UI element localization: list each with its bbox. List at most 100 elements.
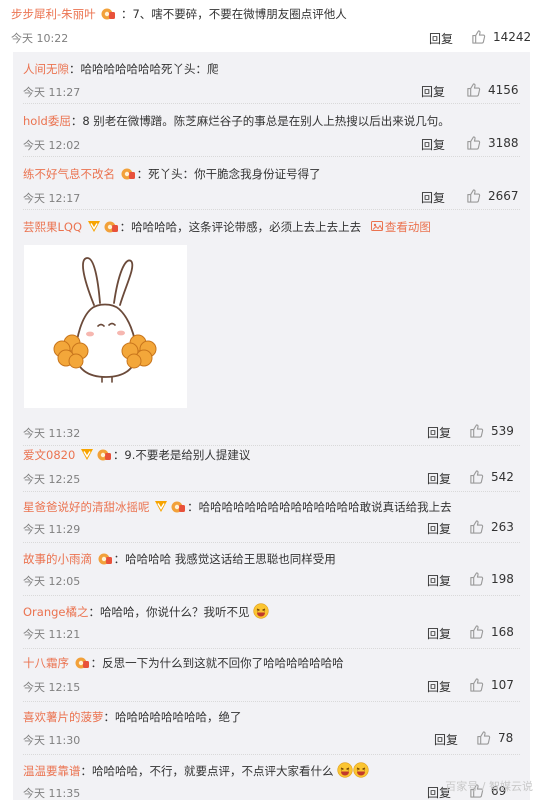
bunny-cheerleader-sticker[interactable] [24, 245, 187, 408]
like-button[interactable]: 542 [469, 469, 514, 484]
reply-item: hold委屈：8 别老在微博蹭。陈芝麻烂谷子的事总是在别人上热搜以后出来说几句。… [13, 105, 530, 157]
reply-text: ：哈哈哈哈 我感觉这话给王思聪也同样受用 [113, 552, 336, 566]
thumbs-up-icon [467, 189, 481, 203]
divider [23, 701, 520, 702]
reply-username[interactable]: 芸熙果LQQ [23, 220, 82, 234]
reply-username[interactable]: hold委屈 [23, 114, 71, 128]
fan-medal-icon[interactable] [74, 656, 90, 673]
like-button[interactable]: 198 [469, 571, 514, 586]
laughing-emoji-icon [337, 762, 369, 782]
reply-button[interactable]: 回复 [427, 625, 451, 642]
reply-text: ：8 别老在微博蹭。陈芝麻烂谷子的事总是在别人上热搜以后出来说几句。 [70, 114, 450, 128]
like-button[interactable]: 263 [469, 519, 514, 534]
main-comment: 步步犀利-朱丽叶 ：7、嗐不要碎，不要在微博朋友圈点评他人 今天 10:22 回… [0, 0, 543, 52]
divider [23, 103, 520, 104]
reply-username[interactable]: 人间无隙 [23, 62, 69, 76]
fan-medal-icon[interactable] [96, 448, 112, 465]
reply-time: 今天 12:02 [23, 139, 81, 152]
reply-button[interactable]: 回复 [427, 678, 451, 695]
divider [23, 595, 520, 596]
comment-username[interactable]: 步步犀利-朱丽叶 [11, 7, 96, 21]
like-button[interactable]: 539 [469, 423, 514, 438]
reply-button[interactable]: 回复 [421, 189, 445, 206]
thumbs-up-icon [467, 83, 481, 97]
fan-medal-icon[interactable] [103, 220, 119, 237]
vip-badge-icon[interactable] [154, 500, 168, 517]
like-count: 168 [491, 624, 514, 639]
reply-item: Orange橘之：哈哈哈，你说什么？我听不见 今天 11:21 回复 168 [13, 597, 530, 649]
reply-button[interactable]: 回复 [427, 424, 451, 441]
reply-username[interactable]: 星爸爸说好的清甜冰摇呢 [23, 500, 150, 514]
reply-text: ：9.不要老是给别人提建议 [112, 448, 251, 462]
reply-button[interactable]: 回复 [427, 572, 451, 589]
fan-medal-icon[interactable] [97, 552, 113, 569]
like-count: 539 [491, 423, 514, 438]
reply-item: 芸熙果LQQ ：哈哈哈哈，这条评论带感，必须上去上去上去 查看动图 今天 11:… [13, 211, 530, 446]
reply-username[interactable]: 十八霜序 [23, 656, 69, 670]
reply-username[interactable]: 喜欢薯片的菠萝 [23, 710, 104, 724]
reply-time: 今天 12:25 [23, 473, 81, 486]
thumbs-up-icon [467, 136, 481, 150]
reply-item: 喜欢薯片的菠萝：哈哈哈哈哈哈哈哈，绝了 今天 11:30 回复 78 [13, 703, 530, 755]
reply-text: ：哈哈哈哈哈哈哈死丫头：爬 [69, 62, 219, 76]
like-count: 2667 [488, 188, 519, 203]
replies-panel: 人间无隙：哈哈哈哈哈哈哈死丫头：爬 今天 11:27 回复 4156 hold委… [13, 52, 530, 800]
divider [23, 754, 520, 755]
thumbs-up-icon [472, 30, 486, 44]
reply-username[interactable]: Orange橘之 [23, 605, 89, 619]
fan-medal-icon[interactable] [120, 167, 136, 184]
reply-text: ：哈哈哈，你说什么？我听不见 [88, 605, 250, 619]
divider [23, 648, 520, 649]
reply-item: 人间无隙：哈哈哈哈哈哈哈死丫头：爬 今天 11:27 回复 4156 [13, 52, 530, 104]
reply-text: ：哈哈哈哈哈哈哈哈哈哈哈哈哈哈敢说真话给我上去 [187, 500, 452, 514]
reply-text: ：哈哈哈哈，不行，就要点评，不点评大家看什么 [80, 764, 334, 778]
like-count: 263 [491, 519, 514, 534]
reply-username[interactable]: 爱文0820 [23, 448, 75, 462]
laughing-emoji-icon [253, 603, 269, 623]
reply-time: 今天 11:27 [23, 86, 81, 99]
reply-time: 今天 11:32 [23, 427, 81, 440]
like-count: 14242 [493, 29, 532, 44]
like-button[interactable]: 168 [469, 624, 514, 639]
reply-time: 今天 11:30 [23, 734, 81, 747]
watermark: 百家号 / 智媒云说 [445, 780, 533, 793]
reply-username[interactable]: 练不好气息不改名 [23, 167, 115, 181]
comment-text: ：7、嗐不要碎，不要在微博朋友圈点评他人 [120, 7, 347, 21]
like-count: 542 [491, 469, 514, 484]
reply-button[interactable]: 回复 [421, 83, 445, 100]
vip-badge-icon[interactable] [87, 220, 101, 237]
fan-medal-icon[interactable] [170, 500, 186, 517]
divider [23, 542, 520, 543]
like-button[interactable]: 78 [476, 730, 513, 745]
reply-time: 今天 11:35 [23, 787, 81, 800]
reply-button[interactable]: 回复 [429, 30, 453, 47]
like-count: 78 [498, 730, 514, 745]
like-count: 107 [491, 677, 514, 692]
thumbs-up-icon [470, 572, 484, 586]
reply-username[interactable]: 故事的小雨滴 [23, 552, 92, 566]
reply-time: 今天 12:15 [23, 681, 81, 694]
fan-medal-icon[interactable] [100, 7, 116, 24]
reply-button[interactable]: 回复 [421, 136, 445, 153]
like-button[interactable]: 14242 [471, 29, 531, 44]
reply-item: 星爸爸说好的清甜冰摇呢 ：哈哈哈哈哈哈哈哈哈哈哈哈哈哈敢说真话给我上去 今天 1… [13, 492, 530, 544]
like-count: 198 [491, 571, 514, 586]
like-button[interactable]: 107 [469, 677, 514, 692]
vip-badge-icon[interactable] [80, 448, 94, 465]
thumbs-up-icon [470, 424, 484, 438]
view-animation-label: 查看动图 [384, 220, 431, 234]
reply-text: ：反思一下为什么到这就不回你了哈哈哈哈哈哈哈 [90, 656, 344, 670]
reply-button[interactable]: 回复 [434, 731, 458, 748]
reply-username[interactable]: 温温要靠谱 [23, 764, 81, 778]
divider [23, 209, 520, 210]
reply-text: ：死丫头：你干脆念我身份证号得了 [136, 167, 321, 181]
reply-button[interactable]: 回复 [427, 470, 451, 487]
like-button[interactable]: 2667 [466, 188, 519, 203]
divider [23, 445, 520, 446]
like-button[interactable]: 3188 [466, 135, 519, 150]
divider [23, 156, 520, 157]
like-count: 4156 [488, 82, 519, 97]
like-button[interactable]: 4156 [466, 82, 519, 97]
reply-button[interactable]: 回复 [427, 520, 451, 537]
view-animation-link[interactable]: 查看动图 [365, 220, 431, 234]
